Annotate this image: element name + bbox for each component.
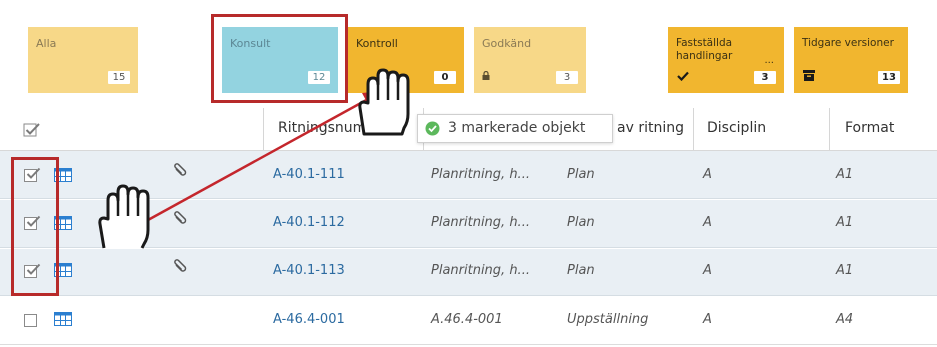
hand-cursor-icon xyxy=(358,68,410,136)
hand-cursor-icon xyxy=(98,184,150,249)
drag-arrow xyxy=(147,91,382,222)
